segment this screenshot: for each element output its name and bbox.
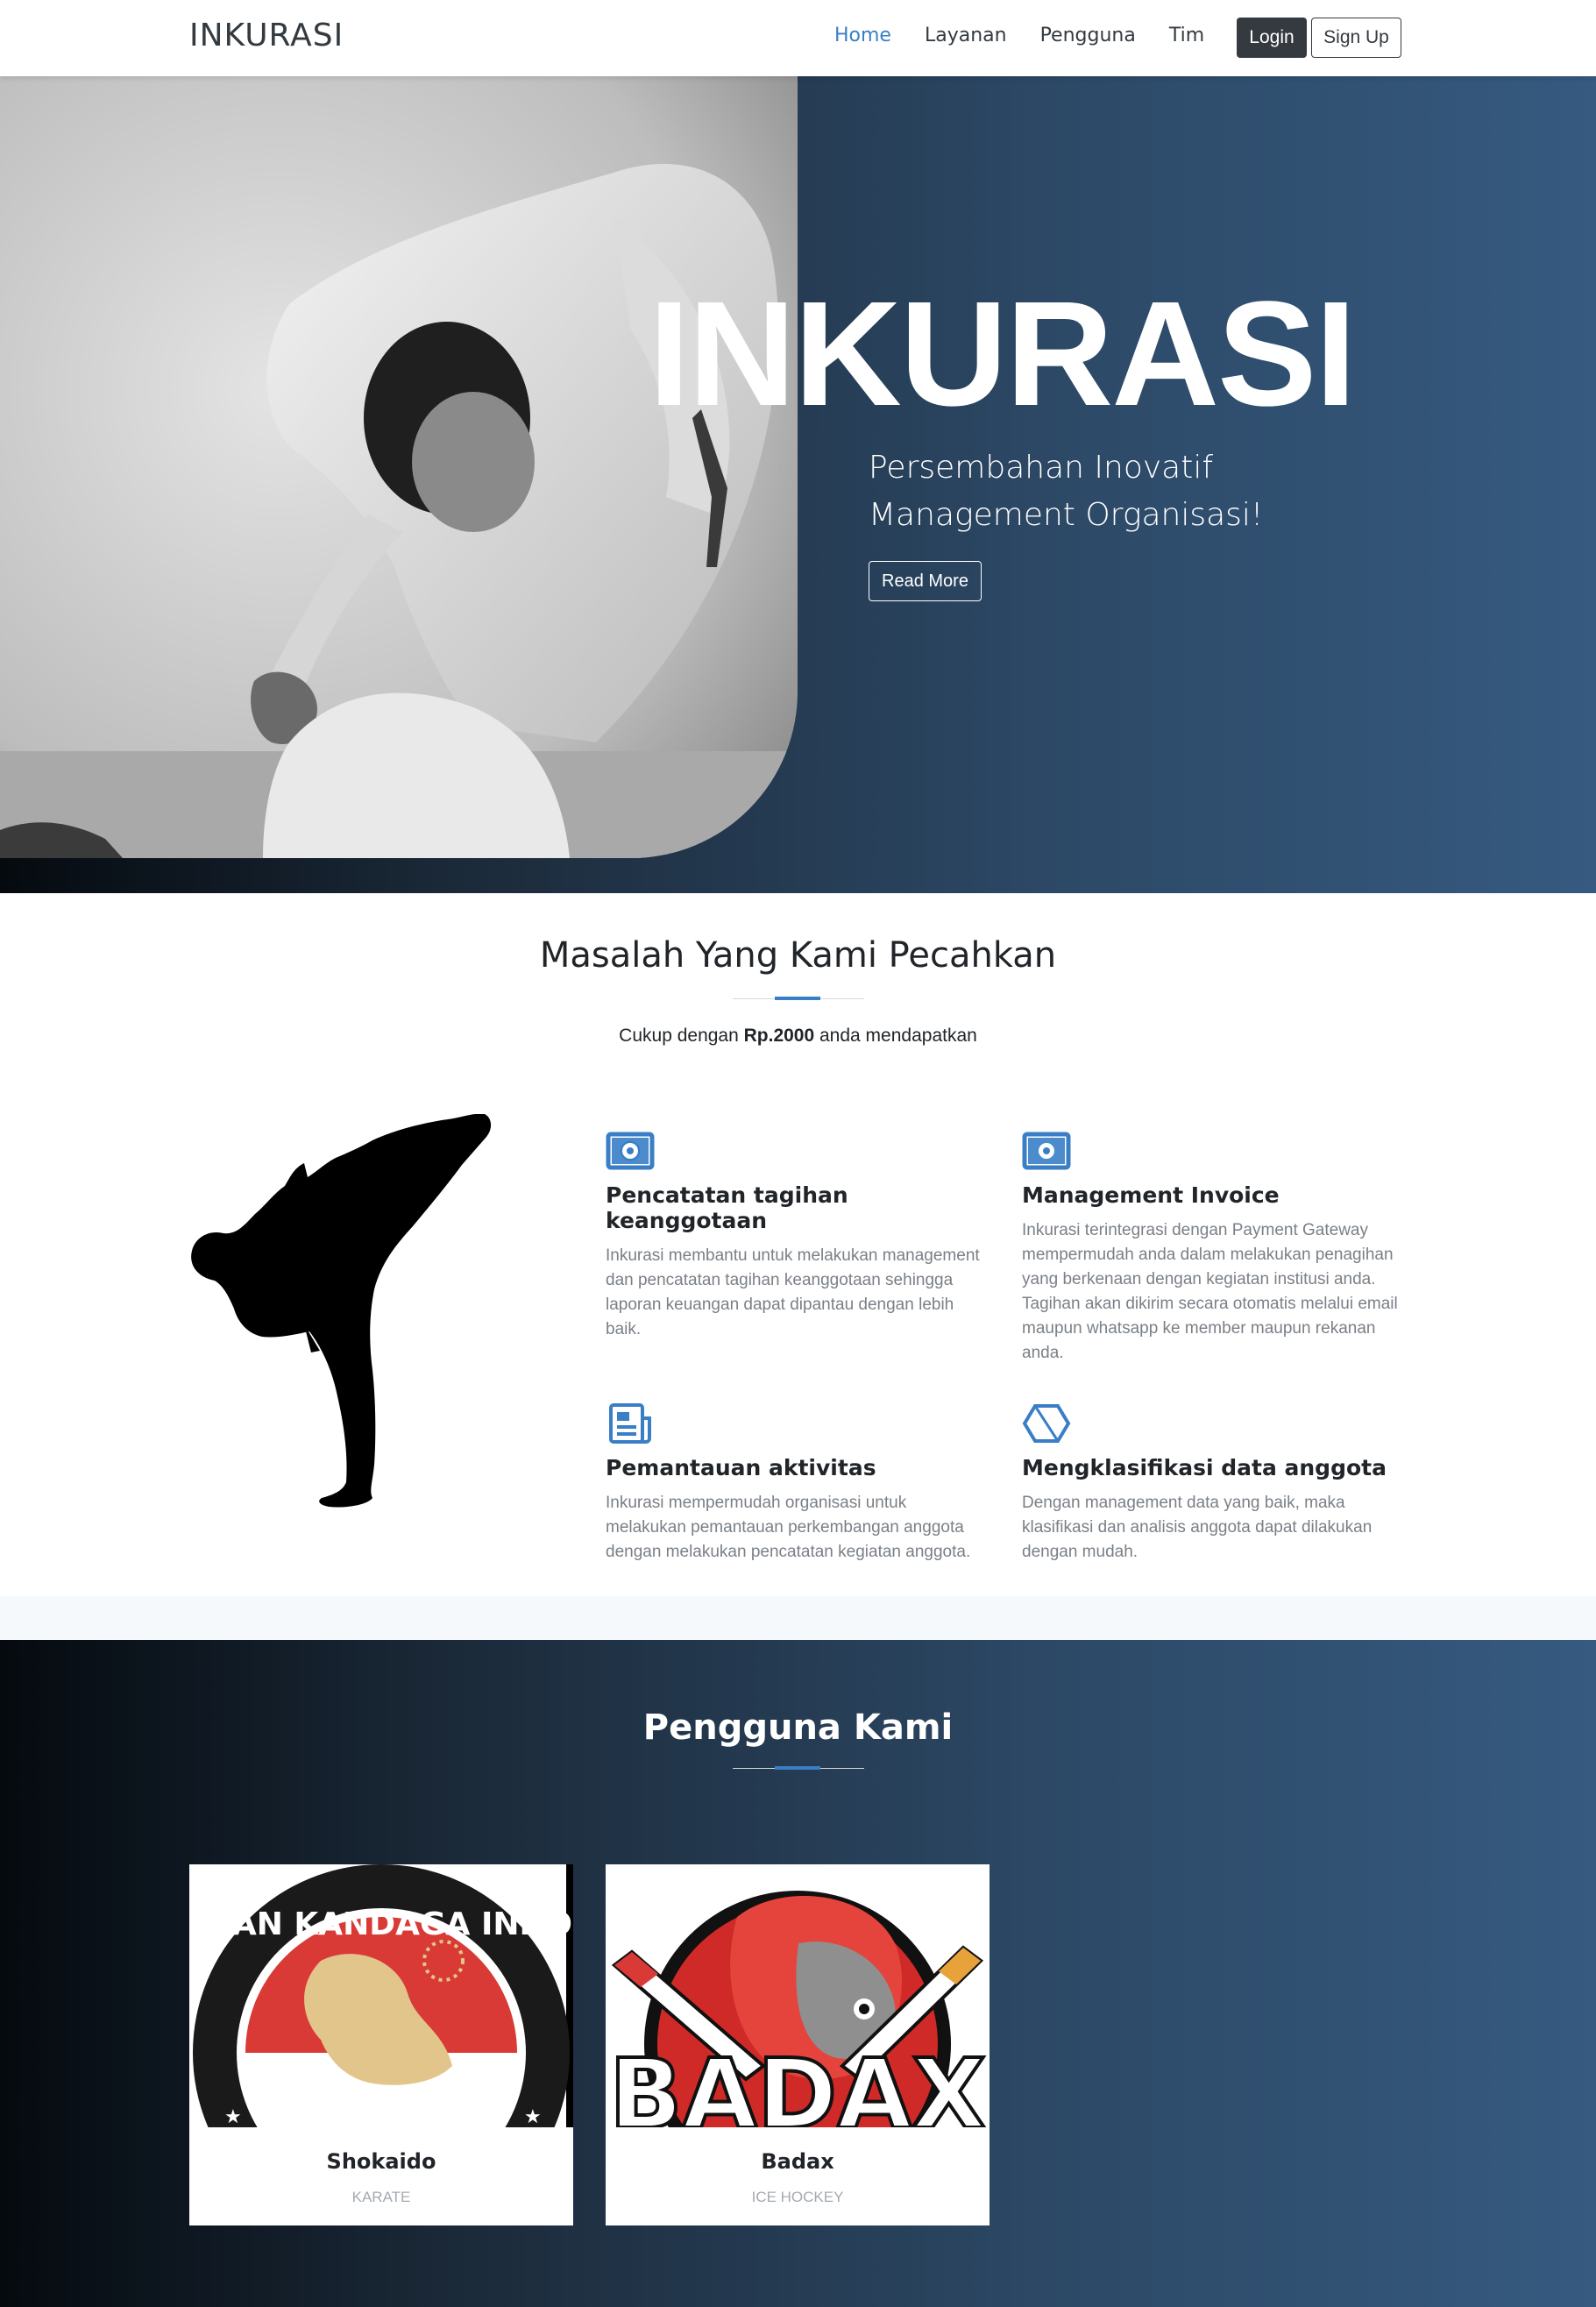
users-divider	[733, 1766, 864, 1770]
feature-text: Inkurasi membantu untuk melakukan manage…	[606, 1246, 980, 1338]
problems-divider	[733, 997, 864, 1000]
feature-card: Pencatatan tagihan keanggotaan Inkurasi …	[606, 1130, 991, 1342]
feature-card: Mengklasifikasi data anggota Dengan mana…	[1022, 1402, 1408, 1565]
newspaper-icon	[609, 1403, 651, 1444]
card-name: Badax	[761, 2149, 834, 2174]
shokaido-logo-text: SHOTOKAN KANDAGA INDONESIA	[189, 1906, 573, 1942]
user-card-badax[interactable]: BADAX Badax ICE HOCKEY	[606, 1864, 990, 2225]
card-type: ICE HOCKEY	[751, 2189, 844, 2205]
users-title: Pengguna Kami	[642, 1707, 954, 1748]
navbar: INKURASI Home Layanan Pengguna Tim Login…	[0, 0, 1596, 76]
nav-link-home[interactable]: Home	[834, 25, 891, 46]
nav-links: Home Layanan Pengguna Tim	[834, 25, 1238, 46]
signup-button[interactable]: Sign Up	[1311, 18, 1401, 58]
karate-kick-silhouette	[191, 1114, 491, 1508]
card-name: Shokaido	[326, 2149, 436, 2174]
badax-logo: BADAX	[606, 1864, 990, 2127]
nav-link-pengguna[interactable]: Pengguna	[1040, 25, 1136, 46]
feature-text: Inkurasi mempermudah organisasi untuk me…	[606, 1494, 971, 1561]
user-card-shokaido[interactable]: SHOTOKAN KANDAGA INDONESIA ★ ★ Shokaido …	[189, 1864, 573, 2225]
read-more-button[interactable]: Read More	[869, 561, 982, 601]
hero-section: INKURASI Persembahan Inovatif Management…	[0, 76, 1596, 893]
svg-text:★: ★	[524, 2105, 542, 2127]
users-section: Pengguna Kami SHOTOKAN KANDAGA INDONESIA…	[0, 1640, 1596, 2307]
shokaido-logo: SHOTOKAN KANDAGA INDONESIA ★ ★	[189, 1864, 573, 2127]
feature-title: Mengklasifikasi data anggota	[1022, 1455, 1387, 1480]
lead-prefix: Cukup dengan	[619, 1026, 744, 1046]
feature-card: Pemantauan aktivitas Inkurasi mempermuda…	[606, 1402, 991, 1565]
feature-card: Management Invoice Inkurasi terintegrasi…	[1022, 1130, 1408, 1366]
feature-title: Pemantauan aktivitas	[606, 1455, 876, 1480]
badax-logo-text: BADAX	[609, 2038, 986, 2127]
feature-text: Dengan management data yang baik, maka k…	[1022, 1494, 1373, 1561]
feature-title: Management Invoice	[1022, 1182, 1280, 1208]
lead-price: Rp.2000	[743, 1026, 815, 1046]
hero-subtitle: Persembahan Inovatif Management Organisa…	[869, 450, 1264, 533]
login-button[interactable]: Login	[1237, 18, 1307, 58]
svg-text:★: ★	[224, 2105, 242, 2127]
lead-suffix: anda mendapatkan	[814, 1026, 977, 1046]
problems-title: Masalah Yang Kami Pecahkan	[539, 935, 1057, 976]
feature-text: Inkurasi terintegrasi dengan Payment Gat…	[1022, 1221, 1398, 1362]
hero-title: INKURASI	[649, 271, 1357, 437]
section-spacer	[0, 1596, 1596, 1640]
feature-title: Pencatatan tagihan keanggotaan	[606, 1182, 848, 1233]
problems-section: Masalah Yang Kami Pecahkan Cukup dengan …	[0, 893, 1596, 1596]
card-type: KARATE	[351, 2189, 411, 2205]
nav-link-tim[interactable]: Tim	[1169, 25, 1204, 46]
brand-logo[interactable]: INKURASI	[189, 18, 344, 53]
problems-lead: Cukup dengan Rp.2000 anda mendapatkan	[0, 1026, 1596, 1047]
nav-link-layanan[interactable]: Layanan	[925, 25, 1007, 46]
hexagon-icon	[1022, 1404, 1071, 1443]
money-icon	[606, 1132, 655, 1170]
hero-photo	[0, 76, 798, 858]
money-icon	[1022, 1132, 1071, 1170]
